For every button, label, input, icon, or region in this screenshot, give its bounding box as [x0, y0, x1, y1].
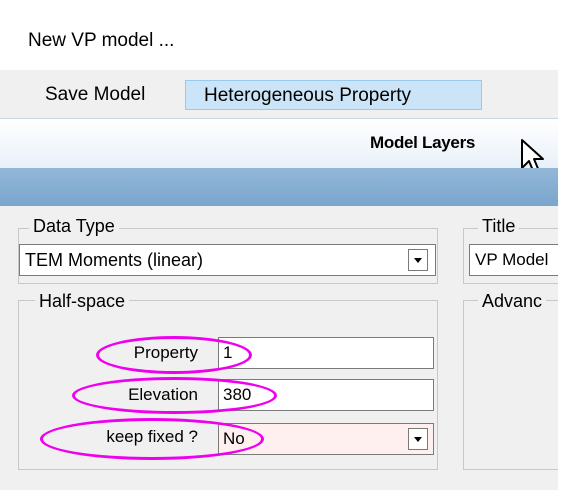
tab-model-layers[interactable]: Model Layers [370, 133, 475, 153]
data-type-select[interactable]: TEM Moments (linear) [19, 244, 436, 276]
advanced-legend: Advanc [478, 291, 547, 312]
tab-strip [0, 118, 563, 169]
heterogeneous-property-menu[interactable]: Heterogeneous Property [185, 80, 482, 110]
elevation-highlight-ellipse [72, 377, 277, 414]
chevron-down-icon[interactable] [408, 249, 428, 271]
window-title: New VP model ... [28, 30, 175, 51]
half-space-legend: Half-space [35, 291, 130, 312]
title-input[interactable]: VP Model [469, 244, 563, 276]
window-edge [558, 0, 563, 490]
chevron-down-icon[interactable] [408, 428, 428, 450]
data-type-legend: Data Type [29, 216, 119, 237]
keep-fixed-highlight-ellipse [40, 418, 264, 460]
title-legend: Title [478, 216, 520, 237]
property-highlight-ellipse [96, 336, 252, 374]
save-model-menu[interactable]: Save Model [33, 80, 157, 110]
panel-header-band [0, 168, 563, 206]
advanced-group [463, 300, 563, 470]
